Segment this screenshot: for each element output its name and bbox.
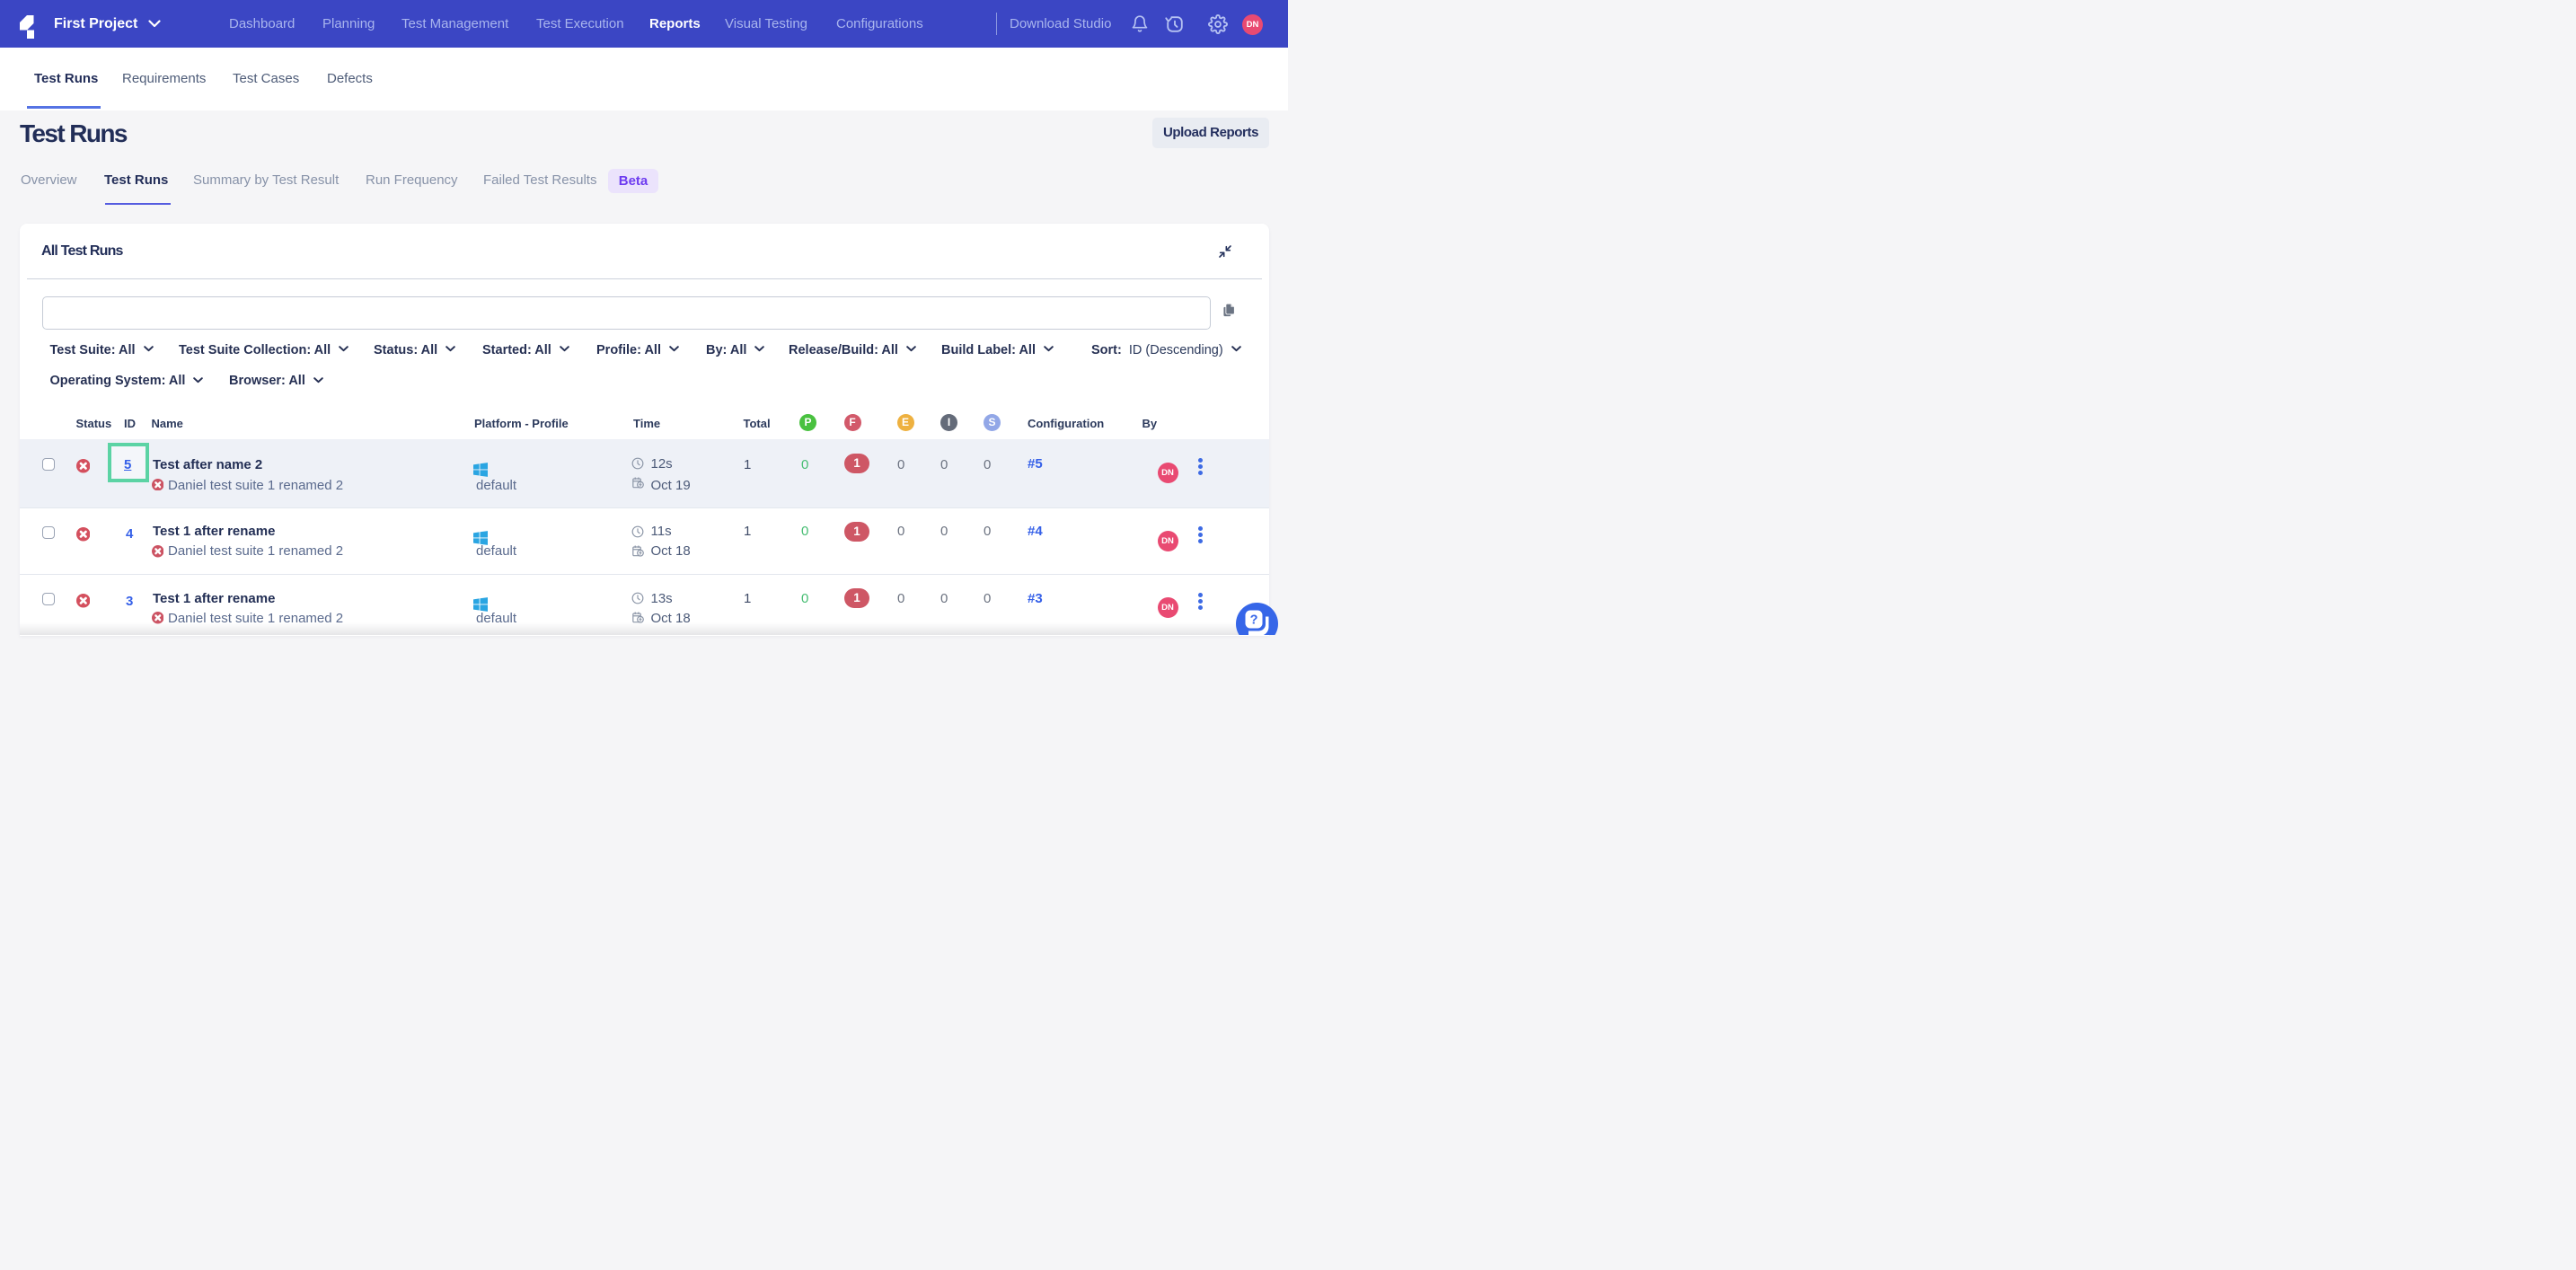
svg-text:?: ? xyxy=(1249,613,1257,627)
